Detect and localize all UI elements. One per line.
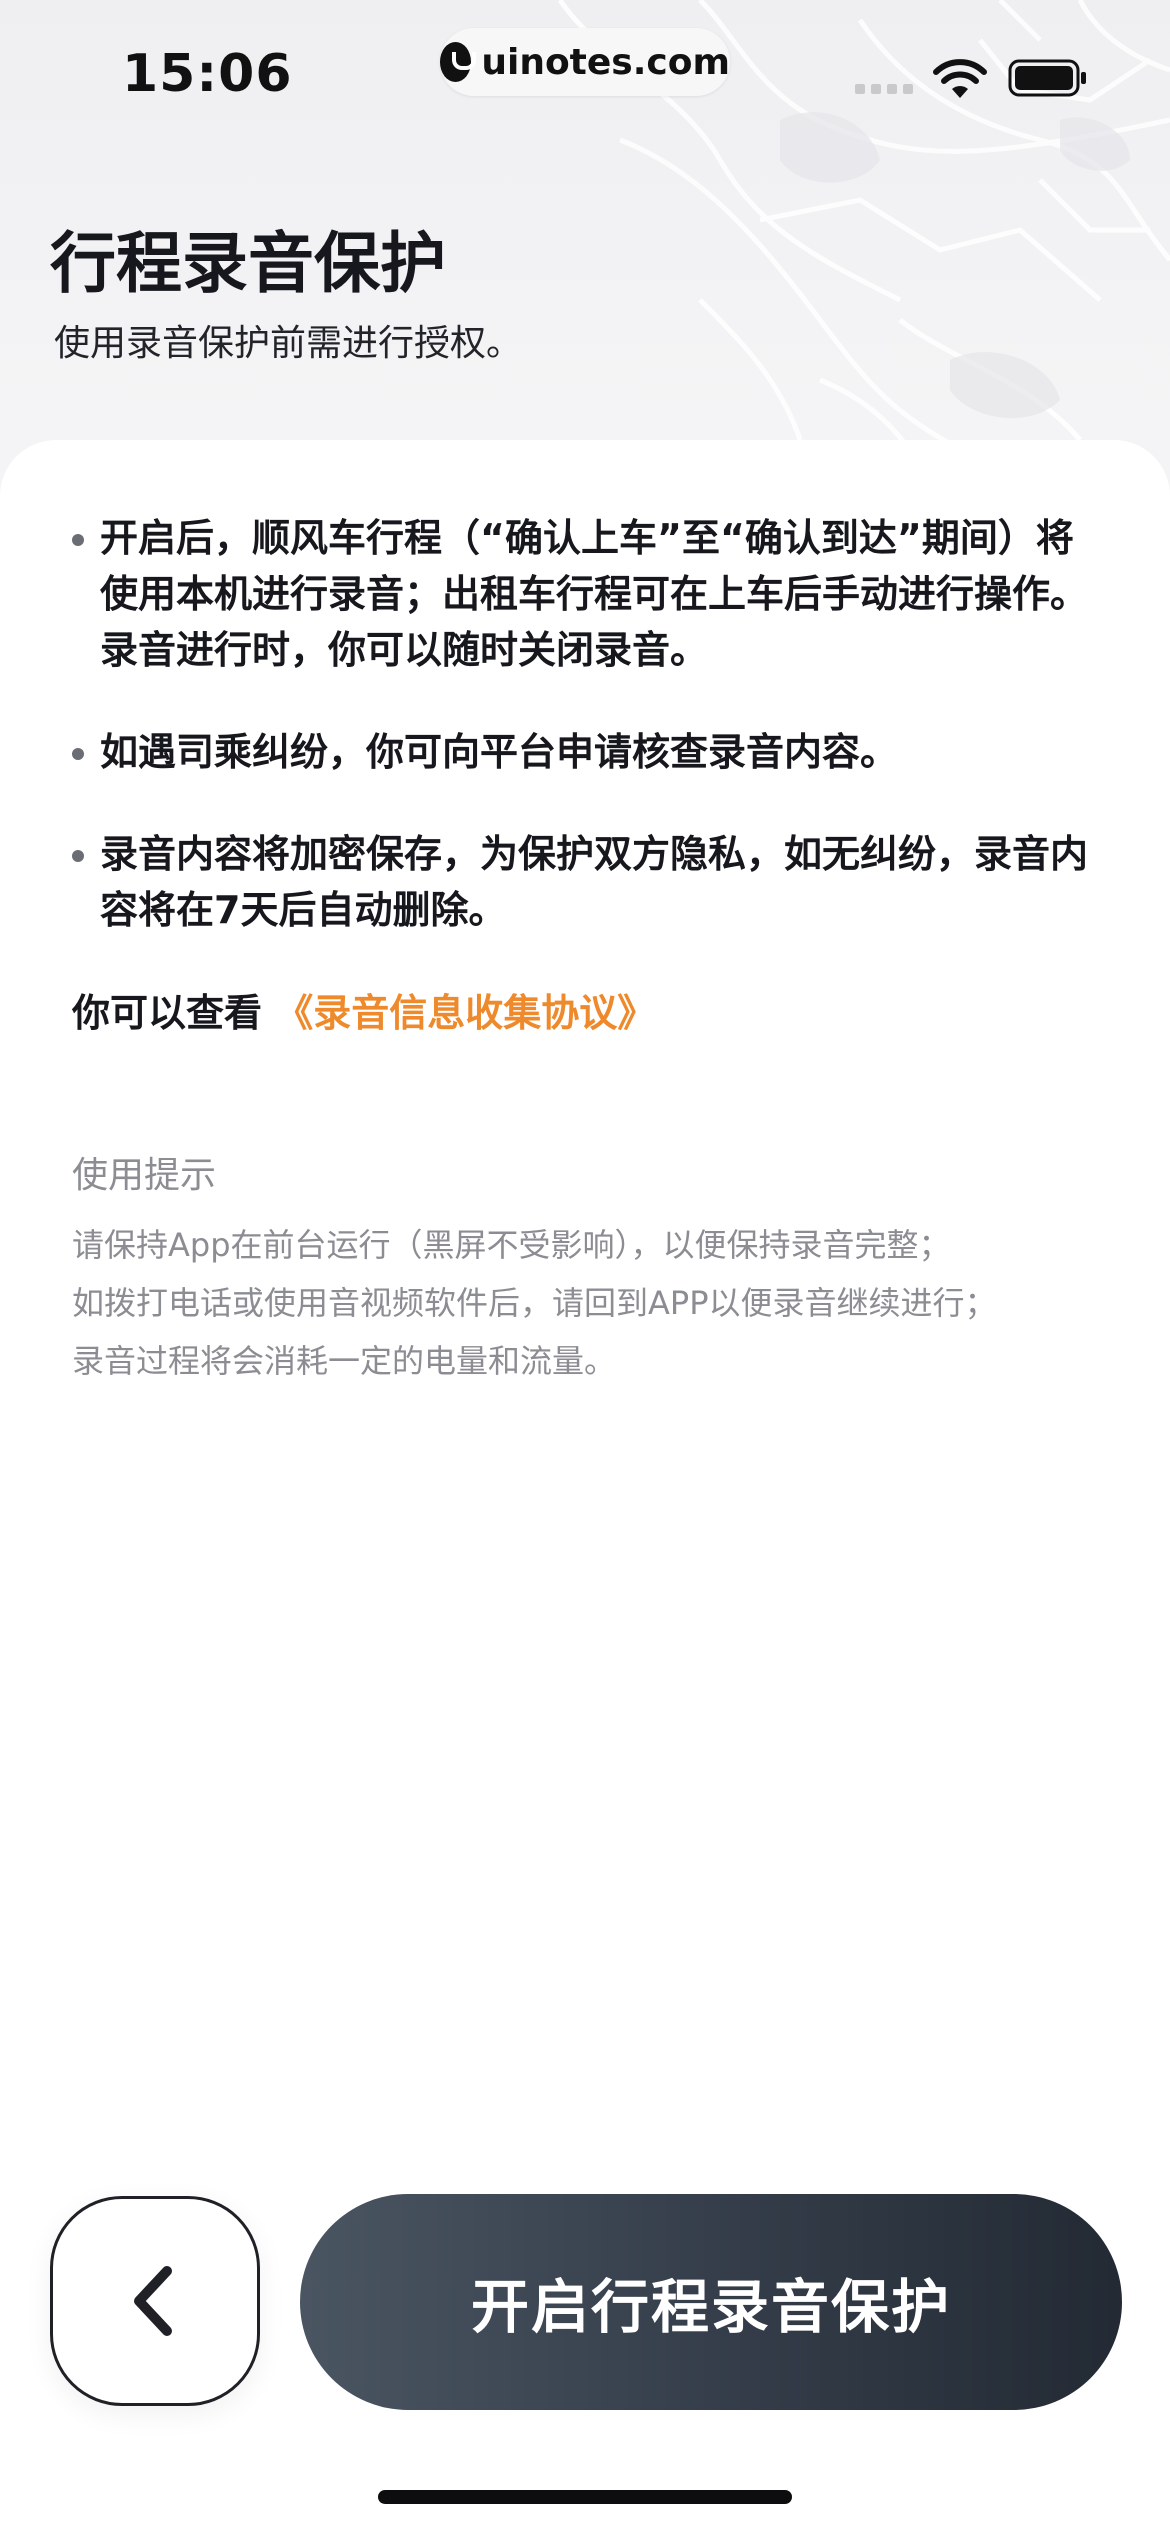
- url-text: uinotes.com: [481, 41, 730, 83]
- cellular-signal-icon: [855, 84, 913, 94]
- chevron-left-icon: [134, 2266, 172, 2336]
- list-item: 如遇司乘纠纷，你可向平台申请核查录音内容。: [70, 724, 1090, 780]
- feature-list: 开启后，顺风车行程（“确认上车”至“确认到达”期间）将使用本机进行录音；出租车行…: [70, 510, 1090, 984]
- tip-line: 如拨打电话或使用音视频软件后，请回到APP以便录音继续进行；: [72, 1284, 997, 1322]
- tip-line: 录音过程将会消耗一定的电量和流量。: [72, 1342, 617, 1380]
- home-indicator: [378, 2490, 792, 2504]
- uinotes-logo-icon: [440, 42, 477, 82]
- back-button[interactable]: [50, 2196, 260, 2406]
- wifi-icon: [933, 59, 987, 98]
- list-item: 开启后，顺风车行程（“确认上车”至“确认到达”期间）将使用本机进行录音；出租车行…: [70, 510, 1090, 678]
- agreement-prefix: 你可以查看: [72, 991, 263, 1035]
- url-badge: uinotes.com: [440, 28, 730, 96]
- tips-title: 使用提示: [72, 1155, 217, 1196]
- page-subtitle: 使用录音保护前需进行授权。: [54, 323, 523, 364]
- tip-line: 请保持App在前台运行（黑屏不受影响），以便保持录音完整；: [72, 1226, 951, 1264]
- enable-recording-button[interactable]: 开启行程录音保护: [300, 2194, 1122, 2410]
- status-bar: 15:06 uinotes.com: [0, 0, 1170, 150]
- tips-list: 请保持App在前台运行（黑屏不受影响），以便保持录音完整； 如拨打电话或使用音视…: [72, 1216, 997, 1390]
- battery-icon: [1008, 59, 1086, 97]
- status-time: 15:06: [122, 44, 293, 104]
- page-title: 行程录音保护: [50, 225, 446, 302]
- list-item: 录音内容将加密保存，为保护双方隐私，如无纠纷，录音内容将在7天后自动删除。: [70, 826, 1090, 938]
- agreement-line: 你可以查看 《录音信息收集协议》: [72, 982, 655, 1037]
- agreement-link[interactable]: 《录音信息收集协议》: [275, 991, 655, 1035]
